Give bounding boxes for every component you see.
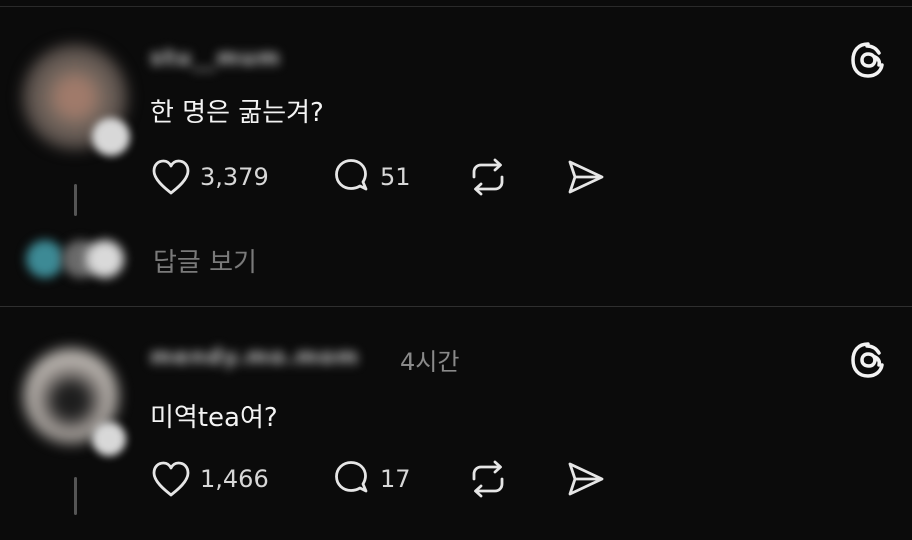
comment-count: 17 [380,465,411,493]
follow-badge-icon[interactable] [92,118,130,156]
post-text: 한 명은 굶는겨? [150,98,324,128]
username[interactable]: mendy.mo.mom [150,345,359,370]
heart-icon [152,159,190,195]
share-button[interactable] [564,459,608,499]
action-bar: 1,466 17 [150,459,650,499]
threads-logo-icon[interactable] [848,340,888,380]
repost-icon [472,158,504,196]
username[interactable]: stu__mum [150,46,281,71]
thread-connector-line [74,184,77,216]
like-button[interactable]: 3,379 [150,157,269,197]
send-icon [568,462,604,496]
comment-count: 51 [380,163,411,191]
speech-bubble-icon [335,461,368,493]
reply-avatars[interactable] [26,240,126,280]
send-icon [568,160,604,194]
repost-button[interactable] [466,157,510,197]
thread-post: mendy.mo.mom 4시간 미역tea여? 1,466 17 [0,309,912,540]
share-button[interactable] [564,157,608,197]
comment-button[interactable]: 51 [330,157,411,197]
action-bar: 3,379 51 [150,157,650,197]
post-text: 미역tea여? [150,403,278,433]
like-count: 3,379 [200,163,269,191]
heart-icon [152,461,190,497]
view-replies-link[interactable]: 답글 보기 [153,242,257,279]
reply-avatar [26,240,64,278]
timestamp: 4시간 [400,348,460,376]
repost-icon [472,460,504,498]
like-button[interactable]: 1,466 [150,459,269,499]
comment-button[interactable]: 17 [330,459,411,499]
reply-avatar [86,240,124,278]
thread-connector-line [74,477,77,515]
threads-logo-icon[interactable] [848,40,888,80]
repost-button[interactable] [466,459,510,499]
follow-badge-icon[interactable] [92,422,126,456]
speech-bubble-icon [335,159,368,191]
top-divider [0,6,912,7]
like-count: 1,466 [200,465,269,493]
post-divider [0,306,912,307]
thread-post: stu__mum 한 명은 굶는겨? 3,379 51 답글 보기 [0,8,912,306]
